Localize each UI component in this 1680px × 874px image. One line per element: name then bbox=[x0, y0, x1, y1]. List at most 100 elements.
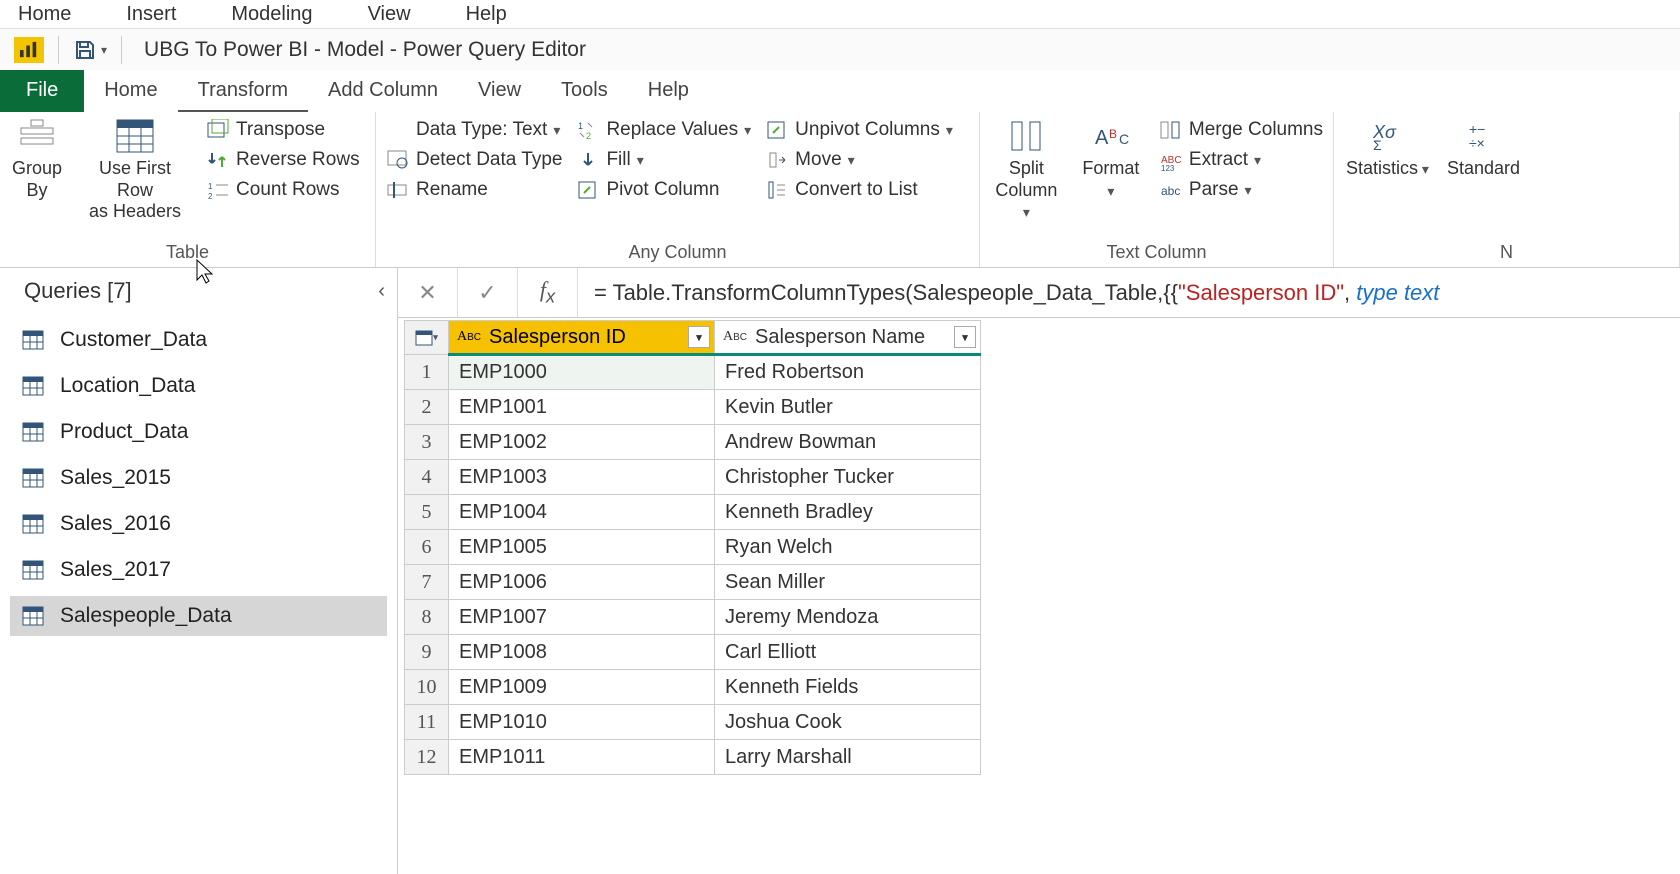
cell[interactable]: Kevin Butler bbox=[715, 390, 981, 425]
merge-columns-button[interactable]: Merge Columns bbox=[1155, 116, 1327, 144]
tab-add-column[interactable]: Add Column bbox=[308, 70, 458, 112]
table-row[interactable]: 1 EMP1000 Fred Robertson bbox=[405, 355, 981, 390]
move-button[interactable]: Move bbox=[761, 146, 957, 174]
first-row-headers-button[interactable]: Use First Row as Headers bbox=[74, 116, 196, 225]
formula-text[interactable]: = Table.TransformColumnTypes(Salespeople… bbox=[578, 280, 1680, 306]
pivot-column-button[interactable]: Pivot Column bbox=[572, 176, 755, 204]
table-row[interactable]: 2 EMP1001 Kevin Butler bbox=[405, 390, 981, 425]
row-number[interactable]: 4 bbox=[405, 460, 449, 495]
query-item[interactable]: Salespeople_Data bbox=[10, 596, 387, 636]
replace-values-button[interactable]: 12 Replace Values bbox=[572, 116, 755, 144]
cell[interactable]: EMP1008 bbox=[449, 635, 715, 670]
row-number[interactable]: 7 bbox=[405, 565, 449, 600]
cell[interactable]: EMP1001 bbox=[449, 390, 715, 425]
cell[interactable]: EMP1002 bbox=[449, 425, 715, 460]
quick-access-dropdown[interactable]: ▾ bbox=[101, 43, 107, 57]
reverse-rows-button[interactable]: Reverse Rows bbox=[202, 146, 364, 174]
formula-cancel-button[interactable]: ✕ bbox=[398, 268, 458, 317]
query-item[interactable]: Location_Data bbox=[10, 366, 387, 406]
count-rows-icon: 12 bbox=[206, 179, 230, 201]
tab-view[interactable]: View bbox=[458, 70, 541, 112]
cell[interactable]: EMP1009 bbox=[449, 670, 715, 705]
collapse-queries-button[interactable]: ‹ bbox=[378, 280, 385, 303]
table-row[interactable]: 5 EMP1004 Kenneth Bradley bbox=[405, 495, 981, 530]
tab-home[interactable]: Home bbox=[84, 70, 177, 112]
detect-data-type-button[interactable]: Detect Data Type bbox=[382, 146, 566, 174]
table-row[interactable]: 10 EMP1009 Kenneth Fields bbox=[405, 670, 981, 705]
row-number[interactable]: 5 bbox=[405, 495, 449, 530]
cell[interactable]: Fred Robertson bbox=[715, 355, 981, 390]
query-item[interactable]: Product_Data bbox=[10, 412, 387, 452]
row-number[interactable]: 1 bbox=[405, 355, 449, 390]
data-type-button[interactable]: Data Type: Text bbox=[382, 116, 566, 144]
query-item[interactable]: Sales_2016 bbox=[10, 504, 387, 544]
standard-button[interactable]: +−÷× Standard bbox=[1441, 116, 1526, 182]
rename-button[interactable]: Rename bbox=[382, 176, 566, 204]
outer-menu-insert[interactable]: Insert bbox=[126, 3, 176, 26]
column-filter-dropdown[interactable]: ▾ bbox=[954, 326, 976, 348]
format-button[interactable]: ABC Format bbox=[1073, 116, 1149, 203]
column-header-salesperson-id[interactable]: ABC Salesperson ID ▾ bbox=[449, 321, 715, 355]
table-row[interactable]: 8 EMP1007 Jeremy Mendoza bbox=[405, 600, 981, 635]
query-item[interactable]: Sales_2015 bbox=[10, 458, 387, 498]
row-number[interactable]: 11 bbox=[405, 705, 449, 740]
parse-button[interactable]: abc Parse bbox=[1155, 176, 1327, 204]
table-row[interactable]: 9 EMP1008 Carl Elliott bbox=[405, 635, 981, 670]
row-number[interactable]: 3 bbox=[405, 425, 449, 460]
table-row[interactable]: 4 EMP1003 Christopher Tucker bbox=[405, 460, 981, 495]
cell[interactable]: EMP1011 bbox=[449, 740, 715, 775]
cell[interactable]: Larry Marshall bbox=[715, 740, 981, 775]
tab-file[interactable]: File bbox=[0, 70, 84, 112]
cell[interactable]: Andrew Bowman bbox=[715, 425, 981, 460]
outer-menu-view[interactable]: View bbox=[368, 3, 411, 26]
table-row[interactable]: 12 EMP1011 Larry Marshall bbox=[405, 740, 981, 775]
tab-transform[interactable]: Transform bbox=[178, 70, 308, 112]
formula-confirm-button[interactable]: ✓ bbox=[458, 268, 518, 317]
outer-menu-help[interactable]: Help bbox=[466, 3, 507, 26]
query-item[interactable]: Sales_2017 bbox=[10, 550, 387, 590]
row-number[interactable]: 2 bbox=[405, 390, 449, 425]
cell[interactable]: EMP1005 bbox=[449, 530, 715, 565]
grid-corner-menu[interactable]: ▾ bbox=[405, 321, 449, 355]
cell[interactable]: Jeremy Mendoza bbox=[715, 600, 981, 635]
cell[interactable]: EMP1006 bbox=[449, 565, 715, 600]
row-number[interactable]: 12 bbox=[405, 740, 449, 775]
table-row[interactable]: 6 EMP1005 Ryan Welch bbox=[405, 530, 981, 565]
count-rows-button[interactable]: 12 Count Rows bbox=[202, 176, 364, 204]
outer-menu-home[interactable]: Home bbox=[18, 3, 71, 26]
tab-tools[interactable]: Tools bbox=[541, 70, 628, 112]
split-column-button[interactable]: Split Column bbox=[986, 116, 1067, 225]
group-by-button[interactable]: Group By bbox=[6, 116, 68, 203]
cell[interactable]: Kenneth Bradley bbox=[715, 495, 981, 530]
row-number[interactable]: 6 bbox=[405, 530, 449, 565]
fill-button[interactable]: Fill bbox=[572, 146, 755, 174]
cell[interactable]: EMP1003 bbox=[449, 460, 715, 495]
outer-menu-modeling[interactable]: Modeling bbox=[231, 3, 312, 26]
cell[interactable]: Sean Miller bbox=[715, 565, 981, 600]
table-row[interactable]: 11 EMP1010 Joshua Cook bbox=[405, 705, 981, 740]
table-row[interactable]: 3 EMP1002 Andrew Bowman bbox=[405, 425, 981, 460]
cell[interactable]: EMP1010 bbox=[449, 705, 715, 740]
extract-button[interactable]: ABC123 Extract bbox=[1155, 146, 1327, 174]
statistics-button[interactable]: XσΣ Statistics bbox=[1340, 116, 1435, 182]
cell[interactable]: Ryan Welch bbox=[715, 530, 981, 565]
save-icon[interactable] bbox=[73, 38, 97, 62]
cell[interactable]: Christopher Tucker bbox=[715, 460, 981, 495]
unpivot-columns-button[interactable]: Unpivot Columns bbox=[761, 116, 957, 144]
cell[interactable]: EMP1004 bbox=[449, 495, 715, 530]
row-number[interactable]: 10 bbox=[405, 670, 449, 705]
convert-to-list-button[interactable]: Convert to List bbox=[761, 176, 957, 204]
tab-help[interactable]: Help bbox=[628, 70, 709, 112]
table-row[interactable]: 7 EMP1006 Sean Miller bbox=[405, 565, 981, 600]
cell[interactable]: EMP1000 bbox=[449, 355, 715, 390]
column-filter-dropdown[interactable]: ▾ bbox=[688, 326, 710, 348]
cell[interactable]: EMP1007 bbox=[449, 600, 715, 635]
query-item[interactable]: Customer_Data bbox=[10, 320, 387, 360]
cell[interactable]: Carl Elliott bbox=[715, 635, 981, 670]
column-header-salesperson-name[interactable]: ABC Salesperson Name ▾ bbox=[715, 321, 981, 355]
cell[interactable]: Joshua Cook bbox=[715, 705, 981, 740]
row-number[interactable]: 9 bbox=[405, 635, 449, 670]
row-number[interactable]: 8 bbox=[405, 600, 449, 635]
cell[interactable]: Kenneth Fields bbox=[715, 670, 981, 705]
transpose-button[interactable]: Transpose bbox=[202, 116, 364, 144]
